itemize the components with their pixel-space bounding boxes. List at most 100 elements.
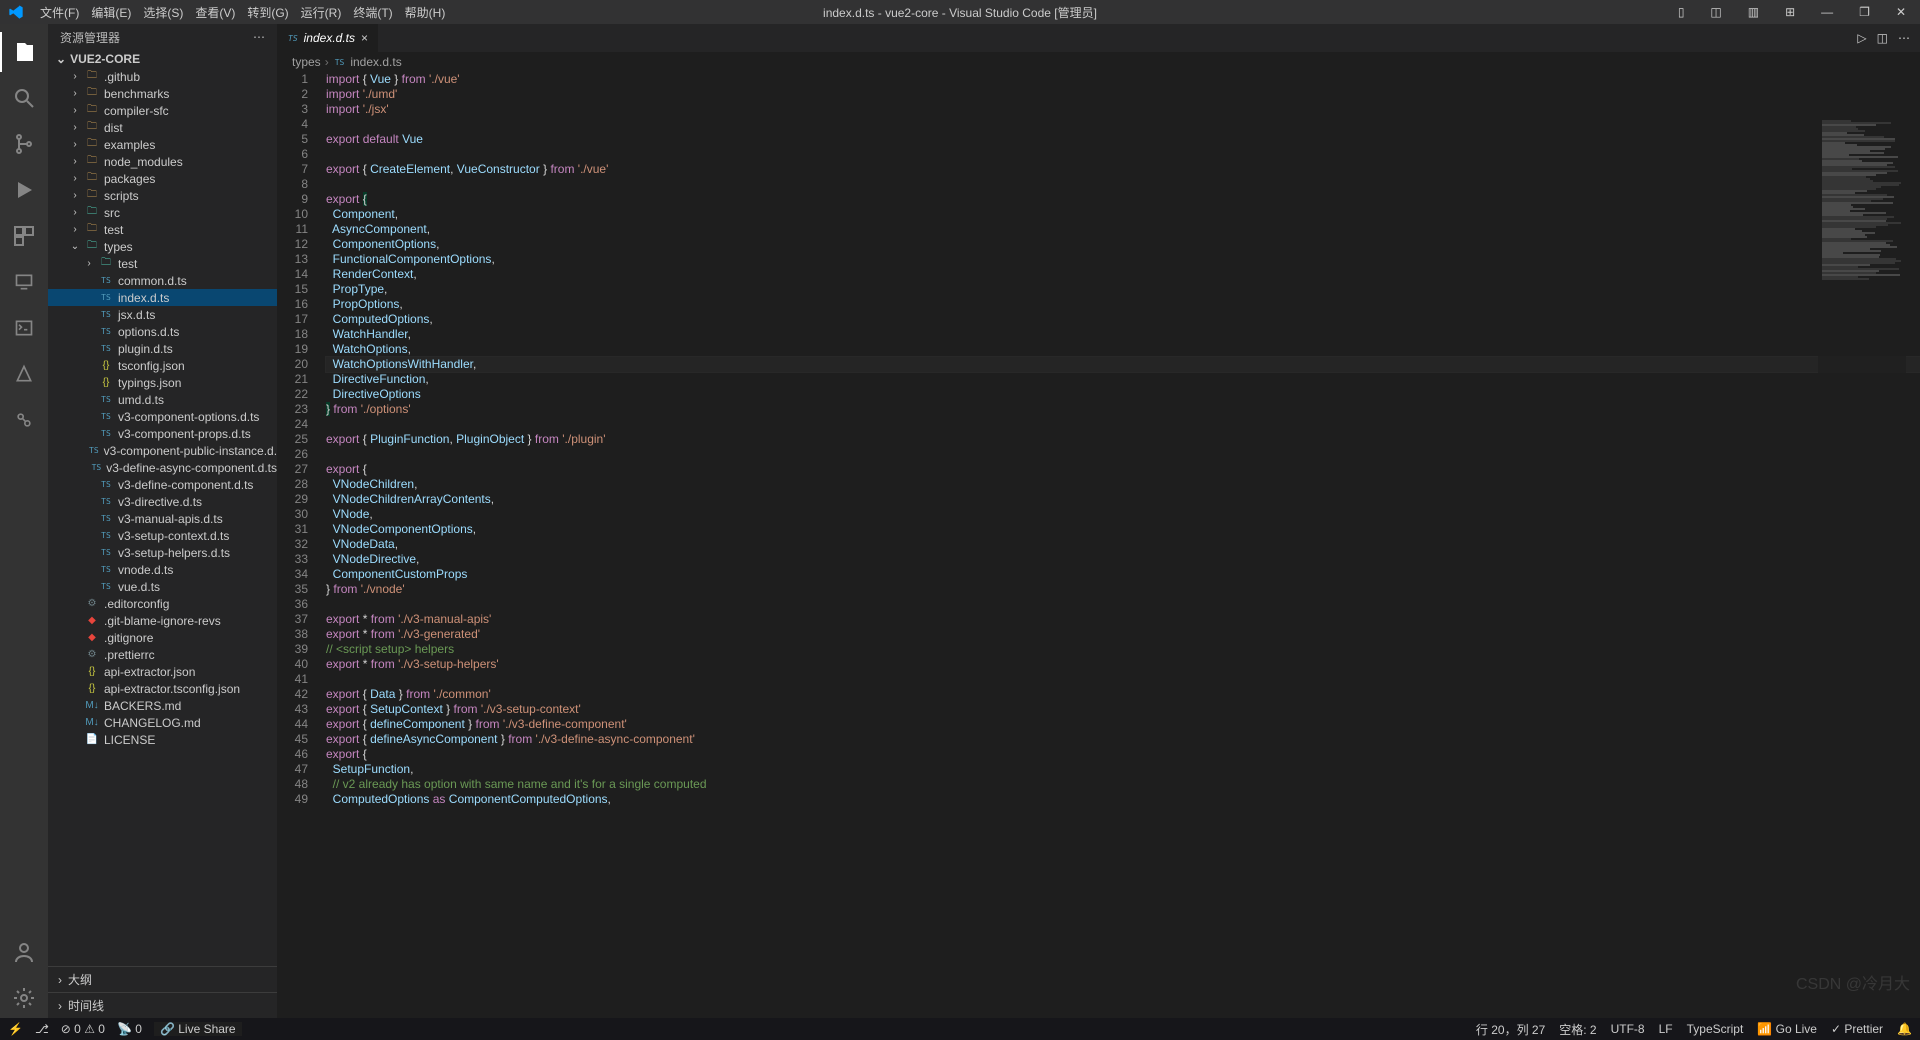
tree-item[interactable]: ›🗀src [48, 204, 277, 221]
tree-item[interactable]: {}tsconfig.json [48, 357, 277, 374]
layout-icon-3[interactable]: ▥ [1742, 3, 1765, 21]
golive-status[interactable]: 📶 Go Live [1757, 1022, 1817, 1036]
terminal-icon[interactable] [0, 308, 48, 348]
accounts-icon[interactable] [0, 932, 48, 972]
language-status[interactable]: TypeScript [1687, 1022, 1744, 1036]
ts-file-icon: TS [335, 58, 345, 67]
live-share-status[interactable]: 🔗 Live Share [154, 1022, 242, 1036]
menu-item[interactable]: 选择(S) [137, 4, 189, 22]
tree-item[interactable]: TSv3-setup-context.d.ts [48, 527, 277, 544]
tree-item[interactable]: 📄LICENSE [48, 731, 277, 748]
code-content[interactable]: import { Vue } from './vue'import './umd… [326, 72, 1920, 1018]
breadcrumb[interactable]: types› TS index.d.ts [278, 52, 1920, 72]
tree-item[interactable]: TSv3-manual-apis.d.ts [48, 510, 277, 527]
outline-section[interactable]: ›大纲 [48, 966, 277, 992]
editor-area: TS index.d.ts × ▷ ◫ ⋯ types› TS index.d.… [278, 24, 1920, 1018]
menu-item[interactable]: 帮助(H) [399, 4, 452, 22]
live-share-icon[interactable] [0, 400, 48, 440]
minimap[interactable] [1818, 120, 1906, 760]
tree-item[interactable]: TSv3-directive.d.ts [48, 493, 277, 510]
eol-status[interactable]: LF [1659, 1022, 1673, 1036]
layout-icon-2[interactable]: ◫ [1704, 3, 1727, 21]
menu-item[interactable]: 文件(F) [34, 4, 85, 22]
editor-body[interactable]: 1234567891011121314151617181920212223242… [278, 72, 1920, 1018]
tree-item[interactable]: TSplugin.d.ts [48, 340, 277, 357]
indentation-status[interactable]: 空格: 2 [1559, 1021, 1596, 1038]
menu-item[interactable]: 查看(V) [189, 4, 241, 22]
menu-item[interactable]: 终端(T) [347, 4, 398, 22]
run-icon[interactable]: ▷ [1857, 31, 1866, 45]
tree-item[interactable]: ›🗀dist [48, 119, 277, 136]
remote-icon[interactable]: ⚡ [8, 1022, 23, 1036]
tree-item[interactable]: TScommon.d.ts [48, 272, 277, 289]
tree-item[interactable]: TSv3-component-options.d.ts [48, 408, 277, 425]
tree-item[interactable]: ◆.gitignore [48, 629, 277, 646]
tree-item[interactable]: ◆.git-blame-ignore-revs [48, 612, 277, 629]
tree-item[interactable]: ›🗀packages [48, 170, 277, 187]
tree-item[interactable]: {}api-extractor.tsconfig.json [48, 680, 277, 697]
tree-item[interactable]: {}typings.json [48, 374, 277, 391]
editor-more-icon[interactable]: ⋯ [1898, 31, 1910, 45]
search-icon[interactable] [0, 78, 48, 118]
tree-item[interactable]: TSoptions.d.ts [48, 323, 277, 340]
tree-item[interactable]: ⚙.editorconfig [48, 595, 277, 612]
source-control-icon[interactable] [0, 124, 48, 164]
tree-item[interactable]: ›🗀node_modules [48, 153, 277, 170]
close-button[interactable]: ✕ [1890, 3, 1912, 21]
menu-item[interactable]: 转到(G) [241, 4, 294, 22]
tree-item[interactable]: M↓CHANGELOG.md [48, 714, 277, 731]
tree-item[interactable]: TSv3-component-props.d.ts [48, 425, 277, 442]
layout-icon-4[interactable]: ⊞ [1779, 3, 1801, 21]
azure-icon[interactable] [0, 354, 48, 394]
tree-item[interactable]: TSvue.d.ts [48, 578, 277, 595]
sidebar: 资源管理器 ⋯ ⌄VUE2-CORE ›🗀.github›🗀benchmarks… [48, 24, 278, 1018]
window-title: index.d.ts - vue2-core - Visual Studio C… [823, 4, 1097, 21]
extensions-icon[interactable] [0, 216, 48, 256]
tree-item[interactable]: ›🗀.github [48, 68, 277, 85]
tree-item[interactable]: M↓BACKERS.md [48, 697, 277, 714]
tab-label: index.d.ts [304, 31, 355, 45]
timeline-section[interactable]: ›时间线 [48, 992, 277, 1018]
tree-item[interactable]: ›🗀compiler-sfc [48, 102, 277, 119]
status-bar: ⚡ ⎇ ⊘ 0 ⚠ 0 📡 0 🔗 Live Share 行 20，列 27 空… [0, 1018, 1920, 1040]
settings-gear-icon[interactable] [0, 978, 48, 1018]
git-branch-icon[interactable]: ⎇ [35, 1022, 49, 1036]
minimize-button[interactable]: — [1815, 3, 1839, 21]
tree-item[interactable]: TSjsx.d.ts [48, 306, 277, 323]
tree-item[interactable]: TSv3-define-component.d.ts [48, 476, 277, 493]
tree-item[interactable]: ›🗀scripts [48, 187, 277, 204]
tree-item[interactable]: TSvnode.d.ts [48, 561, 277, 578]
ports-status[interactable]: 📡 0 [117, 1022, 142, 1036]
menu-item[interactable]: 编辑(E) [85, 4, 137, 22]
cursor-position[interactable]: 行 20，列 27 [1476, 1021, 1545, 1038]
tab-index-dts[interactable]: TS index.d.ts × [278, 24, 379, 52]
explorer-icon[interactable] [0, 32, 48, 72]
run-debug-icon[interactable] [0, 170, 48, 210]
tree-item[interactable]: ⚙.prettierrc [48, 646, 277, 663]
tree-item[interactable]: TSv3-component-public-instance.d.ts [48, 442, 277, 459]
tree-item[interactable]: ⌄🗀types [48, 238, 277, 255]
tree-item[interactable]: ›🗀test [48, 255, 277, 272]
activity-bar [0, 24, 48, 1018]
sidebar-more-icon[interactable]: ⋯ [253, 30, 265, 44]
menu-item[interactable]: 运行(R) [295, 4, 348, 22]
tree-item[interactable]: ›🗀benchmarks [48, 85, 277, 102]
notifications-icon[interactable]: 🔔 [1897, 1022, 1912, 1036]
tree-item[interactable]: {}api-extractor.json [48, 663, 277, 680]
encoding-status[interactable]: UTF-8 [1611, 1022, 1645, 1036]
split-editor-icon[interactable]: ◫ [1877, 31, 1888, 45]
maximize-button[interactable]: ❐ [1853, 3, 1876, 21]
tree-item[interactable]: TSv3-define-async-component.d.ts [48, 459, 277, 476]
remote-explorer-icon[interactable] [0, 262, 48, 302]
tree-item[interactable]: ›🗀test [48, 221, 277, 238]
tab-bar: TS index.d.ts × ▷ ◫ ⋯ [278, 24, 1920, 52]
problems-status[interactable]: ⊘ 0 ⚠ 0 [61, 1022, 105, 1036]
tree-item[interactable]: ›🗀examples [48, 136, 277, 153]
tree-item[interactable]: TSindex.d.ts [48, 289, 277, 306]
tree-item[interactable]: TSv3-setup-helpers.d.ts [48, 544, 277, 561]
close-icon[interactable]: × [361, 31, 368, 45]
prettier-status[interactable]: ✓ Prettier [1831, 1022, 1883, 1036]
layout-icon-1[interactable]: ▯ [1672, 3, 1691, 21]
tree-root[interactable]: ⌄VUE2-CORE [48, 50, 277, 68]
tree-item[interactable]: TSumd.d.ts [48, 391, 277, 408]
